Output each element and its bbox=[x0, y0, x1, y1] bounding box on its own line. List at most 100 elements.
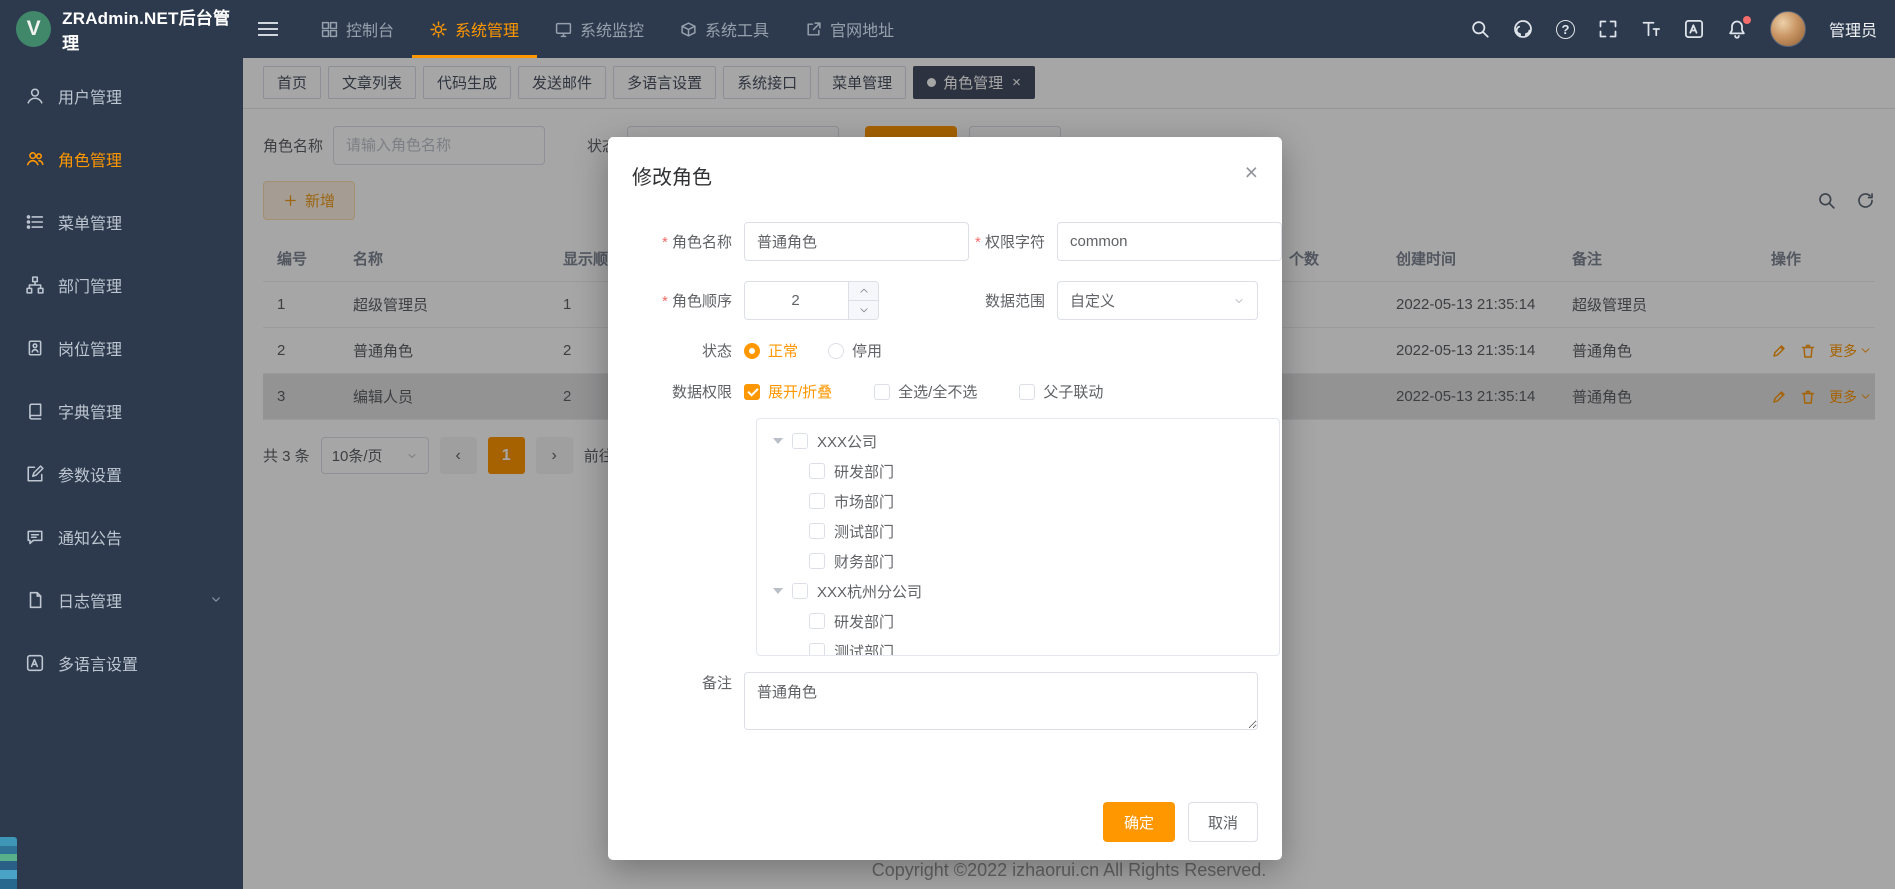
tree-node[interactable]: 测试部门 bbox=[757, 516, 1279, 546]
nav-item-system-manage[interactable]: 系统管理 bbox=[412, 0, 537, 58]
checkbox[interactable] bbox=[809, 553, 825, 569]
help-icon[interactable]: ? bbox=[1556, 20, 1575, 39]
app-logo: V ZRAdmin.NET后台管理 bbox=[0, 0, 243, 58]
nav-item-console[interactable]: 控制台 bbox=[303, 0, 412, 58]
checkbox[interactable] bbox=[809, 613, 825, 629]
checkbox[interactable] bbox=[809, 523, 825, 539]
sidebar-item-posts[interactable]: 岗位管理 bbox=[0, 316, 243, 379]
sidebar: 用户管理 角色管理 菜单管理 部门管理 岗位管理 字典管理 参数设置 通知公告 bbox=[0, 58, 243, 889]
nav-item-system-monitor[interactable]: 系统监控 bbox=[537, 0, 662, 58]
sidebar-item-logs[interactable]: 日志管理 bbox=[0, 568, 243, 631]
sidebar-item-parameters[interactable]: 参数设置 bbox=[0, 442, 243, 505]
id-badge-icon bbox=[26, 339, 44, 357]
checkbox[interactable] bbox=[792, 583, 808, 599]
logo-icon: V bbox=[16, 11, 51, 47]
sidebar-item-label: 通知公告 bbox=[58, 525, 122, 549]
sidebar-toggle-button[interactable] bbox=[243, 0, 293, 58]
tree-node-label: XXX公司 bbox=[817, 431, 877, 452]
status-radio-disabled[interactable]: 停用 bbox=[828, 340, 882, 361]
username[interactable]: 管理员 bbox=[1829, 17, 1877, 41]
dialog-body: 角色名称 权限字符 角色顺序 bbox=[608, 198, 1282, 730]
close-icon[interactable]: × bbox=[1245, 161, 1258, 184]
avatar[interactable] bbox=[1770, 11, 1806, 47]
checkbox[interactable] bbox=[809, 643, 825, 656]
nav-item-label: 控制台 bbox=[346, 17, 394, 41]
roles-icon bbox=[26, 150, 44, 168]
checkbox[interactable] bbox=[809, 493, 825, 509]
role-order-stepper bbox=[744, 281, 879, 320]
nav-item-official-site[interactable]: 官网地址 bbox=[787, 0, 912, 58]
sidebar-item-dictionary[interactable]: 字典管理 bbox=[0, 379, 243, 442]
fullscreen-icon[interactable] bbox=[1598, 19, 1618, 39]
select-all-checkbox[interactable]: 全选/全不选 bbox=[874, 381, 977, 402]
github-icon[interactable] bbox=[1513, 19, 1533, 39]
sidebar-item-users[interactable]: 用户管理 bbox=[0, 64, 243, 127]
top-nav: 控制台 系统管理 系统监控 系统工具 官网地址 bbox=[303, 0, 912, 58]
search-icon[interactable] bbox=[1470, 19, 1490, 39]
chevron-down-icon bbox=[1233, 295, 1245, 307]
dialog-title: 修改角色 bbox=[632, 161, 712, 190]
sidebar-item-departments[interactable]: 部门管理 bbox=[0, 253, 243, 316]
status-radio-normal[interactable]: 正常 bbox=[744, 340, 798, 361]
toolbox-icon bbox=[680, 21, 697, 38]
tree-node[interactable]: 研发部门 bbox=[757, 606, 1279, 636]
notification-bell-icon[interactable] bbox=[1727, 19, 1747, 39]
tree-caret-icon[interactable] bbox=[773, 588, 783, 594]
role-name-field[interactable] bbox=[744, 222, 969, 261]
stepper-down-button[interactable] bbox=[849, 301, 878, 319]
confirm-button[interactable]: 确定 bbox=[1103, 802, 1175, 842]
sidebar-item-roles[interactable]: 角色管理 bbox=[0, 127, 243, 190]
radio-label: 停用 bbox=[852, 340, 882, 361]
data-scope-select[interactable]: 自定义 bbox=[1057, 281, 1258, 320]
tree-node-label: 研发部门 bbox=[834, 461, 894, 482]
tree-node[interactable]: XXX公司 bbox=[757, 426, 1279, 456]
sidebar-item-notices[interactable]: 通知公告 bbox=[0, 505, 243, 568]
checkbox bbox=[1019, 384, 1035, 400]
data-scope-field-label: 数据范围 bbox=[945, 290, 1057, 311]
font-size-icon[interactable] bbox=[1641, 19, 1661, 39]
tree-node-label: 财务部门 bbox=[834, 551, 894, 572]
radio-dot bbox=[828, 343, 844, 359]
book-icon bbox=[26, 402, 44, 420]
nav-item-label: 系统工具 bbox=[705, 17, 769, 41]
tree-node[interactable]: 测试部门 bbox=[757, 636, 1279, 656]
user-icon bbox=[26, 87, 44, 105]
tree-node[interactable]: 市场部门 bbox=[757, 486, 1279, 516]
expand-collapse-checkbox[interactable]: 展开/折叠 bbox=[744, 381, 832, 402]
language-square-icon bbox=[26, 654, 44, 672]
tree-caret-icon[interactable] bbox=[773, 438, 783, 444]
dashboard-icon bbox=[321, 21, 338, 38]
app-title: ZRAdmin.NET后台管理 bbox=[62, 4, 243, 54]
checkbox[interactable] bbox=[792, 433, 808, 449]
stepper-up-button[interactable] bbox=[849, 282, 878, 301]
checkbox[interactable] bbox=[809, 463, 825, 479]
language-icon[interactable] bbox=[1684, 19, 1704, 39]
checkbox bbox=[744, 384, 760, 400]
role-order-input[interactable] bbox=[745, 282, 846, 319]
perm-char-field[interactable] bbox=[1057, 222, 1282, 261]
parent-child-link-checkbox[interactable]: 父子联动 bbox=[1019, 381, 1103, 402]
cancel-button[interactable]: 取消 bbox=[1188, 802, 1258, 842]
gear-icon bbox=[430, 21, 447, 38]
permission-tree: XXX公司 研发部门 市场部门 测试部门 bbox=[756, 418, 1280, 656]
tree-node[interactable]: XXX杭州分公司 bbox=[757, 576, 1279, 606]
checkbox-label: 展开/折叠 bbox=[768, 381, 832, 402]
chat-bubble-icon bbox=[26, 528, 44, 546]
tree-node-label: 测试部门 bbox=[834, 521, 894, 542]
radio-dot bbox=[744, 343, 760, 359]
document-icon bbox=[26, 591, 44, 609]
remark-textarea[interactable]: 普通角色 bbox=[744, 672, 1258, 730]
tree-node[interactable]: 财务部门 bbox=[757, 546, 1279, 576]
tree-node[interactable]: 研发部门 bbox=[757, 456, 1279, 486]
sidebar-item-menus[interactable]: 菜单管理 bbox=[0, 190, 243, 253]
corner-widget[interactable] bbox=[0, 837, 17, 889]
sidebar-item-label: 日志管理 bbox=[58, 588, 122, 612]
org-tree-icon bbox=[26, 276, 44, 294]
dialog-footer: 确定 取消 bbox=[1103, 802, 1258, 842]
sidebar-item-label: 字典管理 bbox=[58, 399, 122, 423]
tree-node-label: 研发部门 bbox=[834, 611, 894, 632]
nav-item-label: 系统管理 bbox=[455, 17, 519, 41]
menu-list-icon bbox=[26, 213, 44, 231]
sidebar-item-languages[interactable]: 多语言设置 bbox=[0, 631, 243, 694]
nav-item-system-tools[interactable]: 系统工具 bbox=[662, 0, 787, 58]
